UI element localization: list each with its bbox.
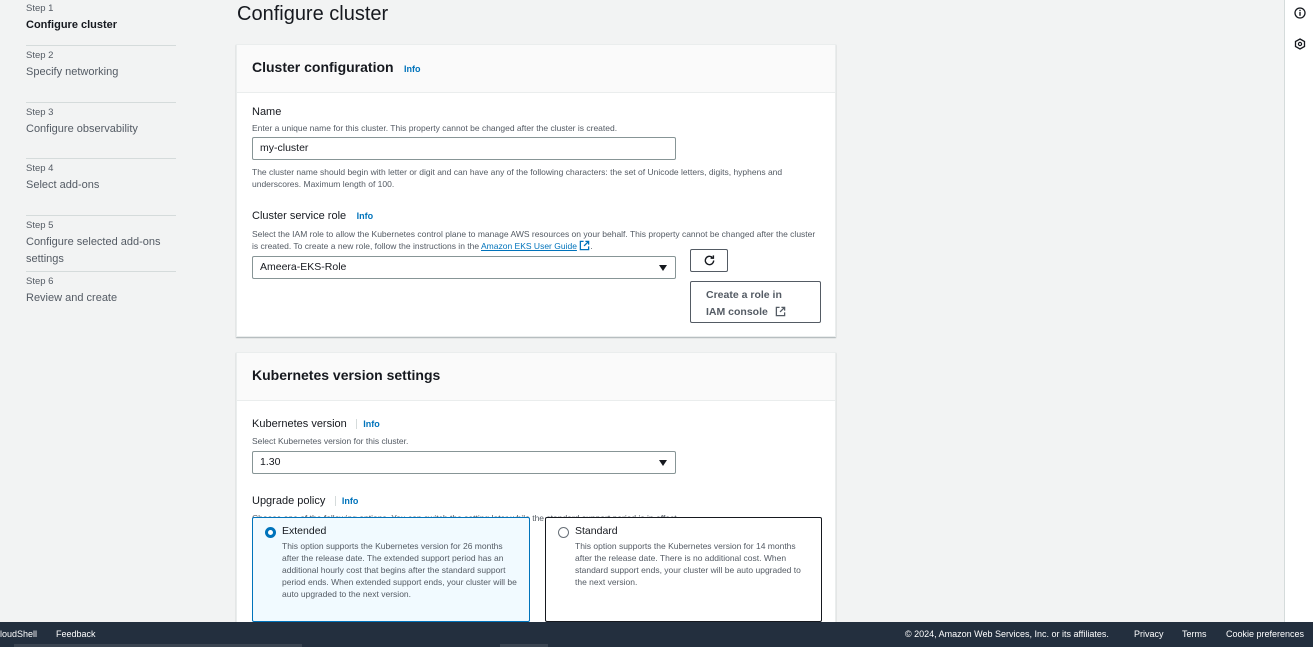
info-link[interactable]: Info bbox=[356, 419, 380, 429]
cookie-preferences-link[interactable]: Cookie preferences bbox=[1226, 629, 1304, 639]
step-label: Configure selected add-ons settings bbox=[26, 235, 161, 265]
panel-title: Cluster configuration bbox=[252, 59, 394, 75]
k8s-version-description: Select Kubernetes version for this clust… bbox=[252, 436, 409, 446]
copyright-text: © 2024, Amazon Web Services, Inc. or its… bbox=[905, 629, 1109, 639]
step-label: Specify networking bbox=[26, 66, 119, 78]
panel-header: Kubernetes version settings bbox=[237, 353, 835, 401]
step-4[interactable]: Step 4 Select add-ons bbox=[26, 159, 176, 216]
refresh-button[interactable] bbox=[690, 249, 728, 272]
step-1[interactable]: Step 1 Configure cluster bbox=[26, 0, 176, 46]
k8s-version-value: 1.30 bbox=[260, 456, 281, 468]
create-role-label-2: IAM console bbox=[706, 306, 768, 318]
step-6[interactable]: Step 6 Review and create bbox=[26, 272, 176, 329]
step-number: Step 2 bbox=[26, 50, 54, 61]
extended-radio[interactable] bbox=[265, 527, 276, 538]
standard-radio[interactable] bbox=[558, 527, 569, 538]
step-number: Step 4 bbox=[26, 163, 54, 174]
name-label: Name bbox=[252, 106, 282, 118]
create-role-button[interactable]: Create a role in IAM console bbox=[690, 281, 821, 323]
step-2[interactable]: Step 2 Specify networking bbox=[26, 46, 176, 103]
name-constraint-text: The cluster name should begin with lette… bbox=[252, 167, 783, 189]
step-label: Configure observability bbox=[26, 122, 138, 135]
extended-support-tile[interactable]: Extended This option supports the Kubern… bbox=[252, 517, 530, 622]
cluster-name-input[interactable]: my-cluster bbox=[252, 137, 676, 160]
upgrade-policy-label: Upgrade policy bbox=[252, 495, 326, 507]
info-circle-icon[interactable] bbox=[1294, 7, 1306, 19]
cloudshell-link[interactable]: loudShell bbox=[0, 629, 37, 639]
step-5[interactable]: Step 5 Configure selected add-ons settin… bbox=[26, 216, 176, 272]
info-link[interactable]: Info bbox=[404, 64, 421, 74]
step-number: Step 5 bbox=[26, 219, 54, 231]
step-3[interactable]: Step 3 Configure observability bbox=[26, 103, 176, 159]
name-description: Enter a unique name for this cluster. Th… bbox=[252, 123, 618, 133]
service-role-select[interactable]: Ameera-EKS-Role bbox=[252, 256, 676, 279]
hexagon-settings-icon[interactable] bbox=[1294, 38, 1306, 50]
standard-support-tile[interactable]: Standard This option supports the Kubern… bbox=[545, 517, 822, 622]
info-link[interactable]: Info bbox=[357, 211, 374, 221]
wizard-steps: Step 1 Configure cluster Step 2 Specify … bbox=[26, 0, 176, 329]
eks-user-guide-link[interactable]: Amazon EKS User Guide bbox=[481, 241, 577, 251]
create-role-label-1: Create a role in bbox=[706, 289, 782, 301]
page-title: Configure cluster bbox=[237, 3, 389, 25]
create-role-line-2: IAM console bbox=[706, 304, 805, 321]
extended-description: This option supports the Kubernetes vers… bbox=[282, 541, 517, 599]
step-label: Configure cluster bbox=[26, 19, 118, 31]
k8s-version-field: Kubernetes version Info bbox=[252, 414, 820, 432]
refresh-icon bbox=[704, 255, 714, 266]
external-link-icon bbox=[580, 240, 590, 251]
cluster-configuration-panel: Cluster configuration Info Name Enter a … bbox=[236, 44, 836, 337]
caret-down-icon bbox=[659, 460, 667, 466]
service-role-label: Cluster service role bbox=[252, 210, 347, 222]
console-footer: loudShell Feedback © 2024, Amazon Web Se… bbox=[0, 622, 1313, 647]
panel-body: Name Enter a unique name for this cluste… bbox=[237, 93, 835, 279]
service-role-field: Cluster service role Info bbox=[252, 206, 820, 224]
upgrade-policy-field: Upgrade policy Info bbox=[252, 491, 820, 509]
step-number: Step 1 bbox=[26, 3, 54, 14]
step-number: Step 3 bbox=[26, 106, 54, 118]
kubernetes-version-panel: Kubernetes version settings Kubernetes v… bbox=[236, 352, 836, 632]
step-number: Step 6 bbox=[26, 276, 54, 287]
extended-title: Extended bbox=[282, 525, 327, 537]
panel-title: Kubernetes version settings bbox=[252, 367, 441, 383]
external-link-icon bbox=[775, 306, 786, 317]
privacy-link[interactable]: Privacy bbox=[1134, 629, 1164, 639]
standard-title: Standard bbox=[575, 525, 618, 537]
standard-description: This option supports the Kubernetes vers… bbox=[575, 541, 801, 587]
panel-header: Cluster configuration Info bbox=[237, 45, 835, 93]
k8s-version-label: Kubernetes version bbox=[252, 418, 347, 430]
info-link[interactable]: Info bbox=[334, 496, 359, 506]
caret-down-icon bbox=[659, 265, 667, 271]
terms-link[interactable]: Terms bbox=[1182, 629, 1207, 639]
tools-rail bbox=[1284, 0, 1313, 622]
step-label: Review and create bbox=[26, 292, 118, 304]
service-role-value: Ameera-EKS-Role bbox=[260, 261, 347, 273]
service-role-description: Select the IAM role to allow the Kuberne… bbox=[252, 229, 816, 251]
step-label: Select add-ons bbox=[26, 179, 100, 191]
panel-body: Kubernetes version Info Select Kubernete… bbox=[237, 401, 835, 524]
feedback-link[interactable]: Feedback bbox=[56, 629, 96, 639]
k8s-version-select[interactable]: 1.30 bbox=[252, 451, 676, 474]
